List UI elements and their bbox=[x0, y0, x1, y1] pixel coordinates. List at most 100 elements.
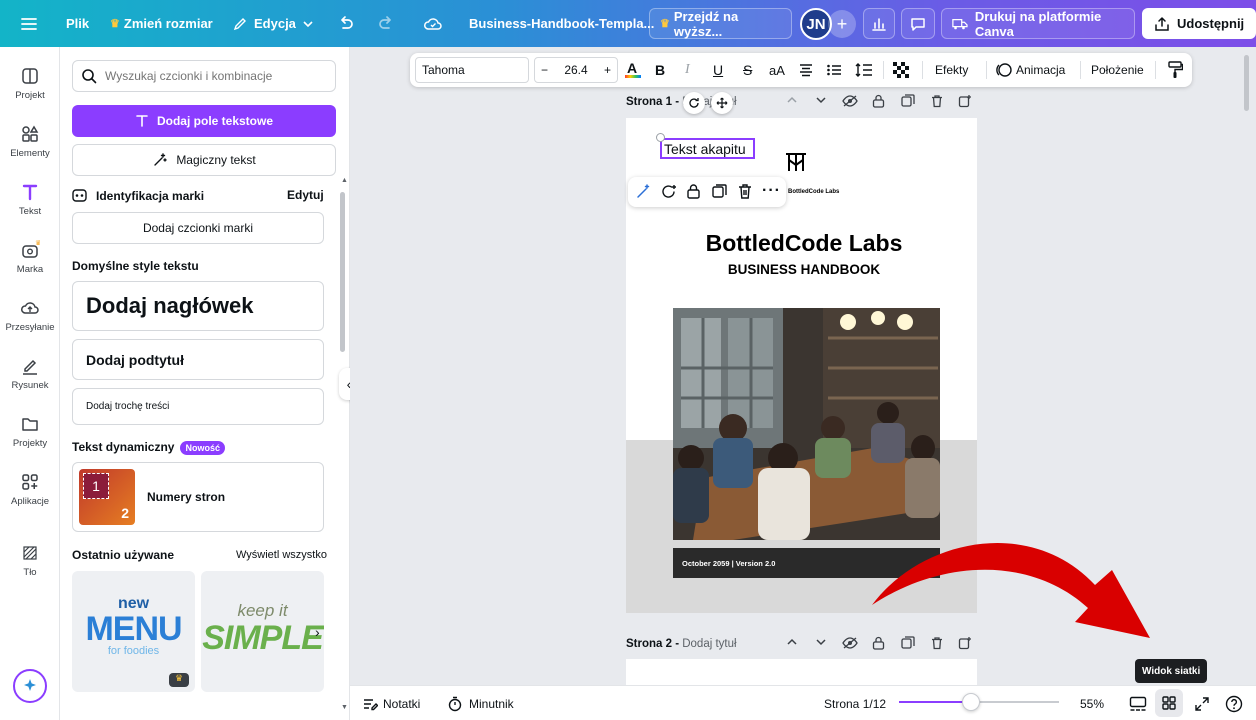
notes-button[interactable]: Notatki bbox=[362, 686, 420, 720]
background-icon bbox=[23, 546, 37, 560]
rail-item-background[interactable]: Tło bbox=[0, 543, 60, 578]
chevron-right-icon[interactable]: › bbox=[315, 624, 320, 640]
rail-item-upload[interactable]: Przesyłanie bbox=[0, 298, 60, 333]
letter-case-button[interactable]: aA bbox=[769, 53, 785, 87]
file-menu[interactable]: Plik bbox=[56, 8, 99, 39]
comment-icon[interactable] bbox=[901, 8, 935, 39]
rail-item-projects[interactable]: Projekty bbox=[0, 414, 60, 449]
resize-button[interactable]: ♛ Zmień rozmiar bbox=[100, 8, 223, 39]
bullet-list-icon[interactable] bbox=[826, 53, 842, 87]
timer-button[interactable]: Minutnik bbox=[447, 686, 514, 720]
rail-item-text[interactable]: Tekst bbox=[0, 182, 60, 217]
add-heading-button[interactable]: Dodaj nagłówek bbox=[72, 281, 324, 331]
add-page-icon[interactable] bbox=[958, 94, 972, 108]
share-button[interactable]: Udostępnij bbox=[1142, 8, 1256, 39]
rotate-icon[interactable] bbox=[683, 92, 705, 114]
scroll-down-icon[interactable]: ▼ bbox=[341, 704, 348, 711]
canvas-scrollbar[interactable] bbox=[1244, 55, 1249, 111]
bold-button[interactable]: B bbox=[655, 53, 665, 87]
page-up-icon[interactable] bbox=[786, 636, 798, 648]
resize-handle[interactable] bbox=[656, 133, 665, 142]
print-button[interactable]: Drukuj na platformie Canva bbox=[941, 8, 1135, 39]
thumbnails-view-icon[interactable] bbox=[1129, 686, 1147, 720]
page-up-icon[interactable] bbox=[786, 94, 798, 106]
page-down-icon[interactable] bbox=[815, 94, 827, 106]
duplicate-icon[interactable] bbox=[711, 183, 728, 200]
new-badge: Nowość bbox=[180, 440, 225, 455]
fullscreen-icon[interactable] bbox=[1194, 686, 1210, 720]
scroll-up-icon[interactable]: ▲ bbox=[341, 177, 348, 184]
show-all-link[interactable]: Wyświetl wszystko bbox=[236, 549, 327, 561]
zoom-slider-handle[interactable] bbox=[962, 693, 980, 711]
decrease-size-button[interactable]: − bbox=[541, 63, 548, 77]
grid-view-icon[interactable] bbox=[1155, 689, 1183, 717]
document-title[interactable]: Business-Handbook-Templa... bbox=[469, 8, 654, 39]
help-icon[interactable] bbox=[1225, 686, 1243, 720]
team-meeting-photo[interactable] bbox=[673, 308, 940, 540]
hide-page-icon[interactable] bbox=[842, 636, 858, 650]
page-2-label[interactable]: Strona 2 - Dodaj tytuł bbox=[626, 638, 737, 650]
page-numbers-card[interactable]: 1 2 Numery stron bbox=[72, 462, 324, 532]
magic-text-button[interactable]: Magiczny tekst bbox=[72, 144, 336, 176]
lock-page-icon[interactable] bbox=[872, 94, 885, 108]
add-subheading-button[interactable]: Dodaj podtytuł bbox=[72, 339, 324, 380]
search-input[interactable] bbox=[105, 69, 325, 83]
panel-scrollbar[interactable] bbox=[340, 192, 345, 352]
font-size-control: − 26.4 + bbox=[534, 57, 618, 83]
cloud-sync-icon[interactable] bbox=[423, 8, 443, 39]
italic-button[interactable]: I bbox=[685, 53, 690, 87]
brand-edit-link[interactable]: Edytuj bbox=[287, 188, 324, 202]
insights-icon[interactable] bbox=[863, 8, 895, 39]
strikethrough-button[interactable]: S bbox=[743, 53, 752, 87]
increase-size-button[interactable]: + bbox=[604, 63, 611, 77]
paint-roller-icon[interactable] bbox=[1167, 53, 1183, 87]
transparency-icon[interactable] bbox=[893, 53, 909, 87]
delete-page-icon[interactable] bbox=[930, 94, 944, 108]
magic-assistant-icon[interactable] bbox=[13, 669, 47, 703]
selected-text-box[interactable]: Tekst akapitu bbox=[660, 138, 755, 159]
lock-icon[interactable] bbox=[686, 183, 701, 200]
font-search[interactable] bbox=[72, 60, 336, 92]
text-color-icon[interactable]: A bbox=[624, 53, 642, 87]
rail-item-project[interactable]: Projekt bbox=[0, 66, 60, 101]
undo-icon[interactable] bbox=[336, 8, 356, 39]
magic-edit-icon[interactable] bbox=[635, 183, 652, 200]
font-select[interactable]: Tahoma bbox=[415, 57, 529, 83]
position-button[interactable]: Położenie bbox=[1091, 53, 1144, 87]
add-brand-fonts-button[interactable]: Dodaj czcionki marki bbox=[72, 212, 324, 244]
trash-icon[interactable] bbox=[737, 183, 753, 200]
rail-item-apps[interactable]: Aplikacje bbox=[0, 472, 60, 507]
line-spacing-icon[interactable] bbox=[855, 53, 873, 87]
recent-item-menu[interactable]: new MENU for foodies ♛ bbox=[72, 571, 195, 692]
rail-item-draw[interactable]: Rysunek bbox=[0, 356, 60, 391]
add-body-text-button[interactable]: Dodaj trochę treści bbox=[72, 388, 324, 425]
edit-label: Edycja bbox=[254, 16, 296, 31]
upgrade-button[interactable]: ♛ Przejdź na wyższ... bbox=[649, 8, 792, 39]
hamburger-icon[interactable] bbox=[20, 8, 38, 39]
duplicate-page-icon[interactable] bbox=[901, 94, 915, 108]
zoom-level[interactable]: 55% bbox=[1080, 686, 1104, 720]
underline-button[interactable]: U bbox=[713, 53, 723, 87]
page-subtitle[interactable]: BUSINESS HANDBOOK bbox=[626, 262, 982, 277]
move-icon[interactable] bbox=[711, 92, 733, 114]
add-collaborator-icon[interactable]: + bbox=[828, 10, 856, 38]
more-options-icon[interactable]: ··· bbox=[762, 182, 781, 200]
crown-icon: ♛ bbox=[169, 673, 189, 687]
animate-button[interactable]: Animacja bbox=[996, 53, 1065, 87]
page-down-icon[interactable] bbox=[815, 636, 827, 648]
align-center-icon[interactable] bbox=[798, 53, 814, 87]
hide-page-icon[interactable] bbox=[842, 94, 858, 108]
rail-item-brand[interactable]: ♛ Marka bbox=[0, 240, 60, 275]
comment-add-icon[interactable] bbox=[660, 183, 677, 200]
rail-item-elements[interactable]: Elementy bbox=[0, 124, 60, 159]
page-2[interactable] bbox=[626, 659, 977, 685]
add-textbox-button[interactable]: Dodaj pole tekstowe bbox=[72, 105, 336, 137]
toolbar-divider bbox=[986, 61, 987, 79]
recent-item-keep-simple[interactable]: keep it SIMPLE bbox=[201, 571, 324, 692]
page-title[interactable]: BottledCode Labs bbox=[626, 230, 982, 257]
redo-icon[interactable] bbox=[376, 8, 396, 39]
edit-menu[interactable]: Edycja bbox=[222, 8, 324, 39]
effects-button[interactable]: Efekty bbox=[935, 53, 968, 87]
page-indicator[interactable]: Strona 1/12 bbox=[824, 686, 886, 720]
font-size-value[interactable]: 26.4 bbox=[564, 63, 587, 77]
